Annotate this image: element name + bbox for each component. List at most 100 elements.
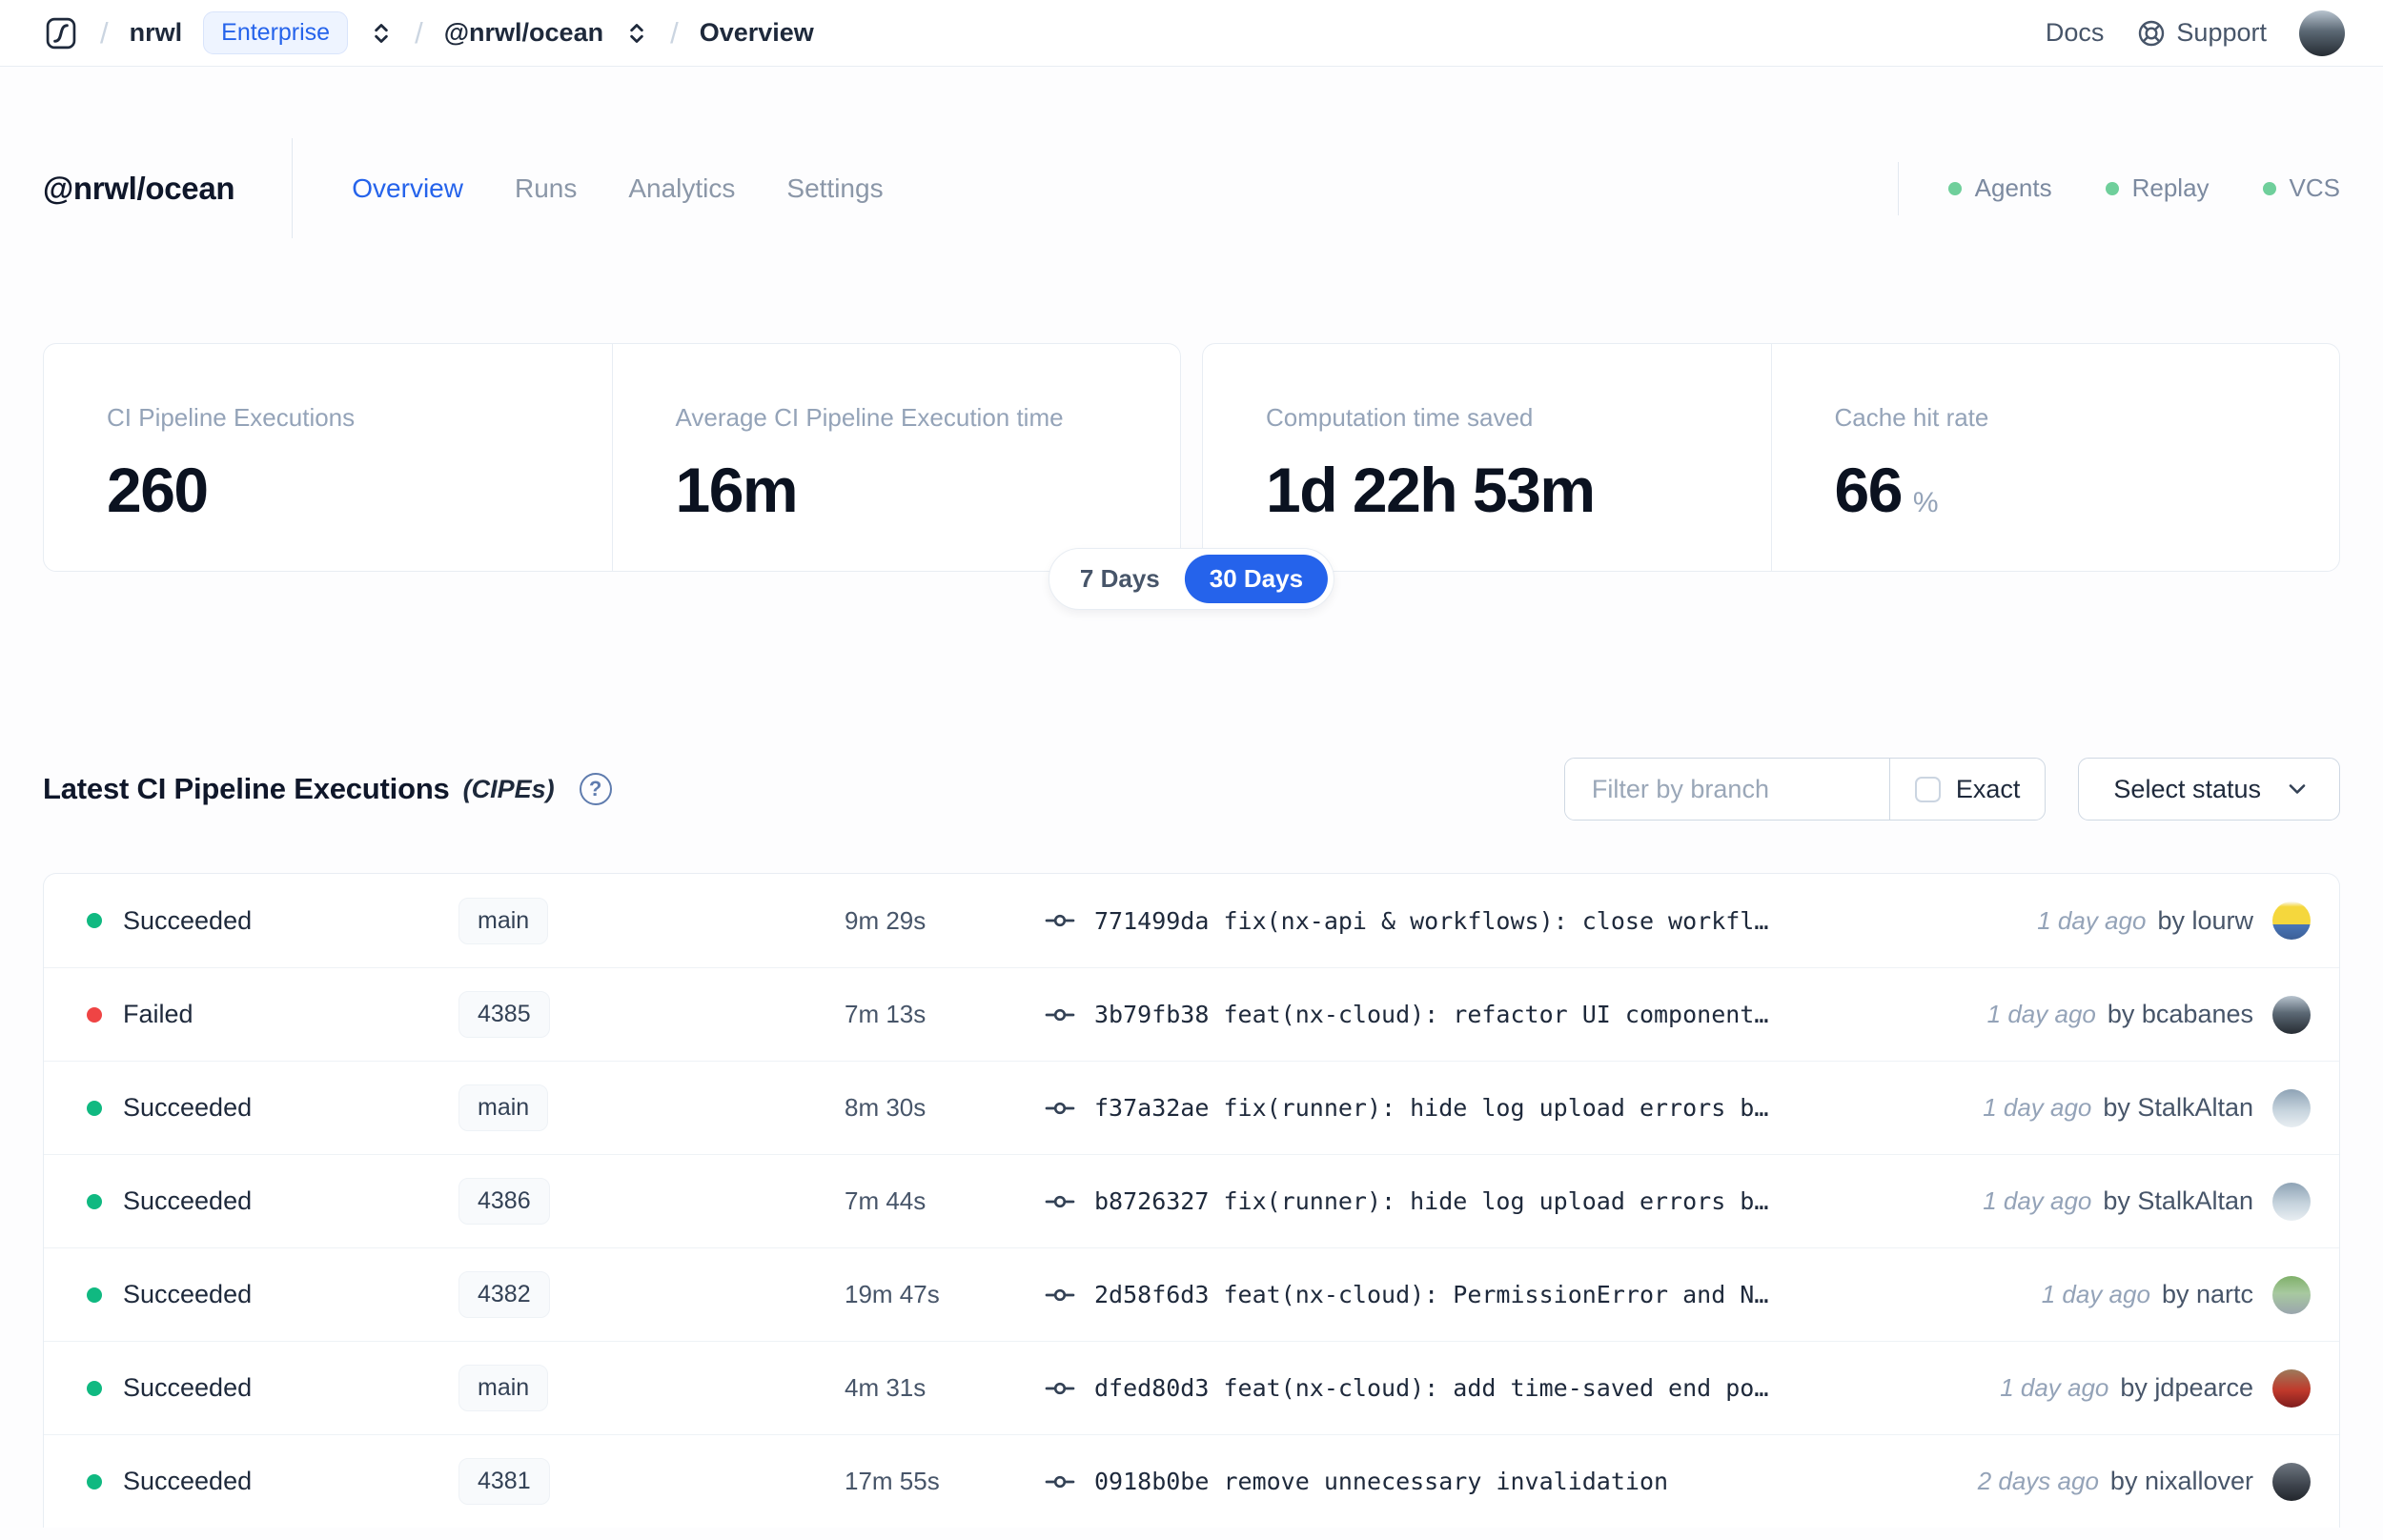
author-avatar	[2272, 1462, 2311, 1501]
status-link-vcs[interactable]: VCS	[2262, 173, 2340, 203]
cipes-controls: Exact Select status	[1563, 758, 2340, 821]
row-time: 1 day ago	[1986, 1000, 2096, 1028]
row-status: Failed	[123, 1000, 193, 1028]
author-avatar	[2272, 1368, 2311, 1408]
row-author: by nixallover	[2109, 1467, 2253, 1495]
row-time: 1 day ago	[1983, 1093, 2092, 1122]
range-option-7-days[interactable]: 7 Days	[1055, 555, 1185, 603]
commit-message: 2d58f6d3 feat(nx-cloud): PermissionError…	[1094, 1281, 1769, 1308]
author-avatar	[2272, 902, 2311, 940]
table-row[interactable]: Succeeded 4382 19m 47s 2d58f6d3 feat(nx-…	[44, 1247, 2339, 1341]
breadcrumb-workspace[interactable]: @nrwl/ocean	[444, 18, 603, 48]
table-row[interactable]: Succeeded 4386 7m 44s b8726327 fix(runne…	[44, 1154, 2339, 1247]
cipes-subtitle: (CIPEs)	[462, 774, 555, 803]
row-author: by StalkAltan	[2103, 1093, 2253, 1122]
stat-group-left: CI Pipeline Executions 260 Average CI Pi…	[43, 343, 1181, 572]
author-avatar	[2272, 1088, 2311, 1127]
stat-label: Computation time saved	[1266, 403, 1534, 432]
workspace-tabs: Overview Runs Analytics Settings	[352, 173, 883, 204]
tab-runs[interactable]: Runs	[515, 173, 577, 204]
breadcrumb: / nrwl Enterprise / @nrwl/ocean / Overvi…	[43, 11, 814, 54]
breadcrumb-separator: /	[670, 15, 679, 50]
breadcrumb-org[interactable]: nrwl	[130, 18, 183, 48]
tab-overview[interactable]: Overview	[352, 173, 463, 204]
status-dot	[87, 1006, 102, 1023]
tab-analytics[interactable]: Analytics	[628, 173, 735, 204]
row-author: by StalkAltan	[2103, 1186, 2253, 1215]
row-duration: 7m 13s	[845, 1000, 927, 1028]
commit-message: b8726327 fix(runner): hide log upload er…	[1094, 1187, 1769, 1215]
exact-checkbox[interactable]	[1914, 776, 1941, 802]
branch-chip: 4381	[458, 1458, 550, 1505]
git-commit-icon	[1045, 1475, 1075, 1488]
row-duration: 17m 55s	[845, 1467, 940, 1495]
help-icon[interactable]: ?	[579, 773, 612, 805]
row-status: Succeeded	[123, 1373, 253, 1402]
commit-message: 3b79fb38 feat(nx-cloud): refactor UI com…	[1094, 1001, 1769, 1028]
table-row[interactable]: Succeeded main 4m 31s dfed80d3 feat(nx-c…	[44, 1341, 2339, 1434]
git-commit-icon	[1045, 1382, 1075, 1394]
user-avatar[interactable]	[2299, 10, 2345, 56]
nx-cloud-logo-icon[interactable]	[43, 15, 79, 51]
table-row[interactable]: Succeeded main 8m 30s f37a32ae fix(runne…	[44, 1061, 2339, 1154]
cipes-title: Latest CI Pipeline Executions	[43, 772, 450, 805]
table-row[interactable]: Failed 4385 7m 13s 3b79fb38 feat(nx-clou…	[44, 967, 2339, 1061]
status-dot	[87, 1193, 102, 1209]
git-commit-icon	[1045, 914, 1075, 927]
row-duration: 8m 30s	[845, 1093, 927, 1122]
author-avatar	[2272, 1275, 2311, 1314]
table-row[interactable]: Succeeded main 9m 29s 771499da fix(nx-ap…	[44, 874, 2339, 967]
commit-message: 0918b0be remove unnecessary invalidation	[1094, 1468, 1669, 1495]
status-link-agents[interactable]: Agents	[1947, 173, 2052, 203]
commit-message: f37a32ae fix(runner): hide log upload er…	[1094, 1094, 1769, 1122]
row-time: 1 day ago	[2000, 1373, 2109, 1402]
row-duration: 4m 31s	[845, 1373, 927, 1402]
status-select-dropdown[interactable]: Select status	[2078, 758, 2340, 821]
workspace-switcher-chevron-icon[interactable]	[624, 19, 649, 48]
tab-settings[interactable]: Settings	[786, 173, 883, 204]
row-status: Succeeded	[123, 905, 253, 935]
workspace-title: @nrwl/ocean	[43, 170, 235, 206]
stat-suffix: %	[1912, 487, 1939, 518]
status-dot	[87, 913, 102, 928]
stat-label: CI Pipeline Executions	[107, 403, 356, 432]
lifebuoy-icon	[2139, 20, 2165, 46]
author-avatar	[2272, 995, 2311, 1034]
support-link[interactable]: Support	[2136, 18, 2267, 49]
branch-chip: 4385	[458, 991, 550, 1038]
row-duration: 9m 29s	[845, 905, 927, 935]
nav-actions: Docs Support	[2046, 10, 2345, 56]
commit-message: 771499da fix(nx-api & workflows): close …	[1094, 906, 1769, 935]
workspace-header: @nrwl/ocean Overview Runs Analytics Sett…	[0, 138, 2383, 238]
stat-value: 16m	[675, 455, 799, 525]
row-time: 2 days ago	[1977, 1467, 2099, 1495]
org-switcher-chevron-icon[interactable]	[369, 19, 394, 48]
branch-filter-input[interactable]	[1564, 759, 1889, 820]
row-duration: 19m 47s	[845, 1280, 940, 1308]
range-option-30-days[interactable]: 30 Days	[1184, 555, 1329, 603]
row-status: Succeeded	[123, 1280, 253, 1308]
stat-value: 66 %	[1834, 455, 1939, 525]
status-dot	[87, 1287, 102, 1303]
table-row[interactable]: Succeeded 4381 17m 55s 0918b0be remove u…	[44, 1434, 2339, 1528]
git-commit-icon	[1045, 1008, 1075, 1021]
row-status: Succeeded	[123, 1093, 253, 1122]
date-range-toggle: 7 Days 30 Days	[1048, 548, 1335, 610]
workspace-status-links: Agents Replay VCS	[1897, 161, 2340, 215]
cipes-table: Succeeded main 9m 29s 771499da fix(nx-ap…	[43, 873, 2340, 1528]
org-plan-badge[interactable]: Enterprise	[203, 11, 349, 54]
breadcrumb-page[interactable]: Overview	[700, 18, 814, 48]
docs-link[interactable]: Docs	[2046, 18, 2105, 48]
git-commit-icon	[1045, 1102, 1075, 1114]
git-commit-icon	[1045, 1288, 1075, 1301]
chevron-down-icon	[2289, 784, 2306, 794]
row-duration: 7m 44s	[845, 1186, 927, 1215]
status-link-replay[interactable]: Replay	[2105, 173, 2210, 203]
git-commit-icon	[1045, 1195, 1075, 1207]
stat-card-average-execution-time: Average CI Pipeline Execution time 16m	[611, 344, 1181, 571]
status-dot	[87, 1380, 102, 1396]
branch-chip: main	[458, 1365, 549, 1411]
exact-label[interactable]: Exact	[1956, 775, 2021, 804]
row-author: by bcabanes	[2107, 1000, 2253, 1028]
branch-chip: main	[458, 1084, 549, 1131]
